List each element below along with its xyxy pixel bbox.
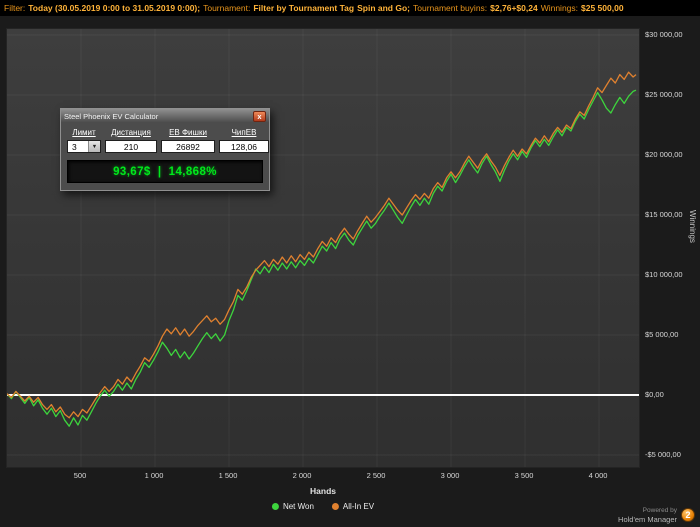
legend-label-net-won: Net Won bbox=[282, 502, 314, 511]
ev-calculator-title: Steel Phoenix EV Calculator bbox=[64, 111, 159, 121]
tournament-tag-value[interactable]: Spin and Go; bbox=[357, 3, 410, 13]
winnings-label: Winnings: bbox=[540, 3, 579, 13]
limit-column-label: Лимит bbox=[72, 128, 96, 137]
y-tick-label: $10 000,00 bbox=[645, 269, 683, 279]
tournament-filter-value[interactable]: Filter by Tournament Tag bbox=[253, 3, 354, 13]
ev-result-display: 93,67$ | 14,868% bbox=[67, 160, 263, 183]
holdem-manager-graph-window: Filter: Today (30.05.2019 0:00 to 31.05.2… bbox=[0, 0, 700, 527]
y-tick-label: $20 000,00 bbox=[645, 149, 683, 159]
y-axis-title: Winnings bbox=[688, 210, 697, 243]
y-tick-label: $15 000,00 bbox=[645, 209, 683, 219]
limit-select[interactable]: 3 ▼ bbox=[67, 140, 101, 153]
x-tick-label: 2 000 bbox=[292, 471, 312, 480]
y-tick-label: $0,00 bbox=[645, 389, 664, 399]
winnings-chart bbox=[7, 29, 639, 467]
x-tick-label: 1 000 bbox=[144, 471, 164, 480]
tournament-label: Tournament: bbox=[203, 3, 251, 13]
ev-calculator-titlebar[interactable]: Steel Phoenix EV Calculator x bbox=[61, 109, 269, 123]
filter-value[interactable]: Today (30.05.2019 0:00 to 31.05.2019 0:0… bbox=[28, 3, 200, 13]
powered-by-text: Powered by bbox=[642, 506, 677, 514]
ev-chips-column-label: ЕВ Фишки bbox=[169, 128, 207, 137]
filter-label: Filter: bbox=[4, 3, 26, 13]
x-tick-label: 4 000 bbox=[588, 471, 608, 480]
net-won-marker-icon bbox=[271, 503, 279, 510]
x-axis-title: Hands bbox=[310, 486, 336, 496]
x-tick-label: 3 500 bbox=[514, 471, 534, 480]
winnings-value: $25 500,00 bbox=[581, 3, 624, 13]
legend-item-net-won[interactable]: Net Won bbox=[271, 502, 314, 511]
legend-label-all-in-ev: All-In EV bbox=[342, 502, 375, 511]
limit-selected-value: 3 bbox=[72, 141, 77, 152]
buyins-value[interactable]: $2,76+$0,24 bbox=[490, 3, 538, 13]
buyins-label: Tournament buyins: bbox=[412, 3, 488, 13]
ev-chips-field[interactable]: 26892 bbox=[161, 140, 215, 153]
chart-legend: Net Won All-In EV bbox=[271, 502, 375, 511]
chip-ev-field[interactable]: 128,06 bbox=[219, 140, 269, 153]
close-icon[interactable]: x bbox=[253, 110, 266, 122]
chevron-down-icon[interactable]: ▼ bbox=[88, 141, 100, 152]
legend-item-all-in-ev[interactable]: All-In EV bbox=[331, 502, 375, 511]
ev-calculator-window[interactable]: Steel Phoenix EV Calculator x Лимит Дист… bbox=[60, 108, 270, 191]
brand-name: Hold'em Manager bbox=[618, 514, 677, 524]
y-tick-label: $30 000,00 bbox=[645, 29, 683, 39]
x-tick-label: 500 bbox=[73, 471, 87, 480]
all-in-ev-marker-icon bbox=[331, 503, 339, 510]
chart-plot-area[interactable] bbox=[6, 28, 640, 468]
distance-field[interactable]: 210 bbox=[105, 140, 157, 153]
distance-column-label: Дистанция bbox=[111, 128, 151, 137]
ev-calculator-body: Лимит Дистанция ЕВ Фишки ЧипЕВ 3 ▼ 210 2… bbox=[61, 123, 269, 190]
x-tick-label: 1 500 bbox=[218, 471, 238, 480]
holdem-manager-logo-icon: 2 bbox=[681, 508, 695, 523]
y-tick-label: $25 000,00 bbox=[645, 89, 683, 99]
filter-bar: Filter: Today (30.05.2019 0:00 to 31.05.2… bbox=[0, 0, 700, 16]
y-tick-label: -$5 000,00 bbox=[645, 449, 681, 459]
y-axis-labels: $30 000,00 $25 000,00 $20 000,00 $15 000,00… bbox=[645, 0, 699, 527]
powered-by-block: Powered by Hold'em Manager 2 bbox=[618, 507, 695, 525]
y-tick-label: $5 000,00 bbox=[645, 329, 679, 339]
x-tick-label: 2 500 bbox=[366, 471, 386, 480]
chip-ev-column-label: ЧипЕВ bbox=[231, 128, 257, 137]
x-tick-label: 3 000 bbox=[440, 471, 460, 480]
